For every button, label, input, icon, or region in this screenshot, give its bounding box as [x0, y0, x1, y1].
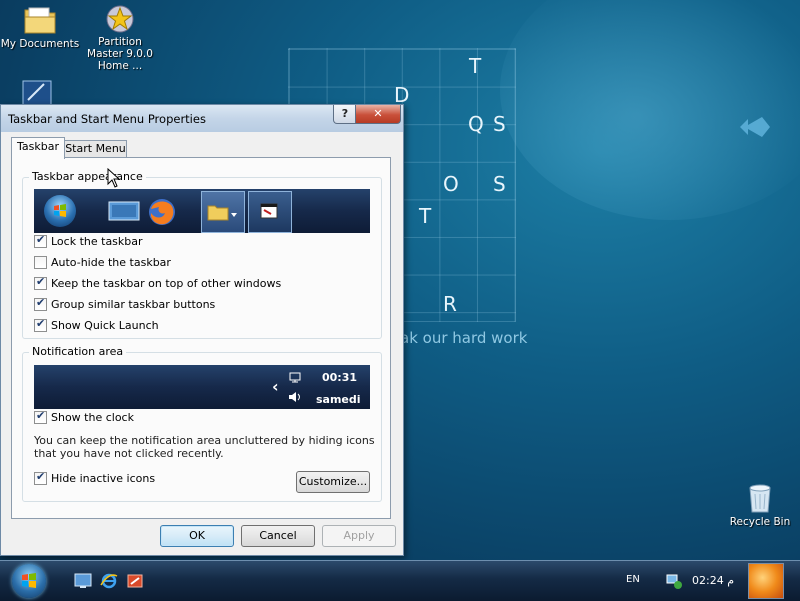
mouse-cursor-icon [107, 168, 121, 188]
volume-icon [289, 392, 300, 402]
internet-explorer-icon[interactable] [100, 572, 118, 590]
language-indicator[interactable]: EN [626, 574, 640, 585]
checkbox-box[interactable] [34, 296, 47, 311]
window-icon [260, 203, 278, 219]
hide-inactive-icons-checkbox[interactable]: Hide inactive icons [34, 470, 156, 485]
dialog-titlebar[interactable]: Taskbar and Start Menu Properties ? ✕ [1, 105, 403, 132]
checkbox-label: Show Quick Launch [51, 318, 159, 332]
show-desktop-icon[interactable] [74, 572, 92, 590]
wallpaper-letter: O [443, 172, 459, 196]
quick-launch-app-icon[interactable] [126, 572, 144, 590]
apply-button[interactable]: Apply [322, 525, 396, 547]
wallpaper-letter: T [469, 54, 482, 78]
wallpaper-letter: D [394, 83, 410, 107]
group-buttons-checkbox[interactable]: Group similar taskbar buttons [34, 296, 216, 311]
fish-icon [740, 117, 770, 137]
show-desktop-preview-icon [108, 201, 140, 221]
show-hidden-icons-arrow: ‹ [272, 377, 279, 396]
network-icon [289, 372, 301, 383]
checkbox-label: Group similar taskbar buttons [51, 297, 216, 311]
desktop-icon-my-documents[interactable]: My Documents [0, 4, 80, 50]
checkbox-label: Hide inactive icons [51, 471, 156, 485]
show-clock-checkbox[interactable]: Show the clock [34, 409, 134, 424]
show-quick-launch-checkbox[interactable]: Show Quick Launch [34, 317, 159, 332]
taskbar-appearance-preview [34, 189, 370, 233]
recycle-bin-icon [749, 484, 771, 513]
firefox-preview-icon [149, 199, 175, 225]
notification-area-preview: ‹ 00:31 samedi [34, 365, 370, 409]
preview-clock-day: samedi [316, 393, 361, 406]
network-status-icon[interactable] [665, 572, 683, 590]
taskbar: EN 02:24 م [0, 560, 800, 601]
taskbar-clock[interactable]: 02:24 م [692, 574, 734, 587]
taskbar-properties-dialog: Taskbar and Start Menu Properties ? ✕ Ta… [0, 104, 404, 556]
tab-taskbar[interactable]: Taskbar [11, 137, 65, 159]
checkbox-box[interactable] [34, 275, 47, 290]
keep-on-top-checkbox[interactable]: Keep the taskbar on top of other windows [34, 275, 282, 290]
folder-dropdown-icon [207, 205, 237, 221]
wallpaper-letter: S [493, 112, 506, 136]
wallpaper-letter: S [493, 172, 506, 196]
program-icon [22, 80, 52, 106]
checkbox-box[interactable] [34, 255, 47, 269]
checkbox-label: Auto-hide the taskbar [51, 255, 171, 269]
desktop-icon-label: Recycle Bin [729, 516, 791, 528]
help-button[interactable]: ? [333, 105, 357, 124]
windows-logo-icon [54, 204, 66, 217]
desktop-icon-recycle-bin[interactable]: Recycle Bin [720, 482, 800, 528]
start-button[interactable] [12, 564, 46, 598]
checkbox-box[interactable] [34, 409, 47, 424]
preview-clock-time: 00:31 [322, 371, 358, 384]
taskbar-appearance-label: Taskbar appearance [29, 170, 146, 183]
cancel-button[interactable]: Cancel [241, 525, 315, 547]
checkbox-label: Show the clock [51, 410, 134, 424]
wallpaper-letter: R [443, 292, 457, 316]
desktop-icon-label: Partition Master 9.0.0 Home ... [87, 36, 153, 72]
grouped-folder-preview-button [201, 191, 245, 233]
wallpaper-tagline: ak our hard work [400, 329, 528, 347]
auto-hide-checkbox[interactable]: Auto-hide the taskbar [34, 255, 171, 269]
star-disc-icon [106, 5, 134, 33]
ok-button[interactable]: OK [160, 525, 234, 547]
start-orb-preview-icon [44, 195, 76, 227]
wallpaper-swirl [500, 0, 800, 220]
checkbox-box[interactable] [34, 317, 47, 332]
dialog-title: Taskbar and Start Menu Properties [8, 112, 206, 126]
tab-start-menu[interactable]: Start Menu [64, 140, 127, 158]
checkbox-box[interactable] [34, 470, 47, 485]
customize-button[interactable]: Customize... [296, 471, 370, 493]
checkbox-box[interactable] [34, 233, 47, 248]
notification-area-label: Notification area [29, 345, 127, 358]
window-preview-button [248, 191, 292, 233]
notification-description: You can keep the notification area unclu… [34, 434, 375, 460]
wallpaper-letter: T [419, 204, 432, 228]
user-picture-thumbnail[interactable] [748, 563, 784, 599]
checkbox-label: Keep the taskbar on top of other windows [51, 276, 282, 290]
desktop-icon-label: My Documents [0, 38, 80, 50]
checkbox-label: Lock the taskbar [51, 234, 143, 248]
wallpaper-letter: Q [468, 112, 484, 136]
close-button[interactable]: ✕ [355, 105, 401, 124]
windows-logo-icon [22, 573, 36, 588]
folder-icon [24, 7, 56, 34]
lock-taskbar-checkbox[interactable]: Lock the taskbar [34, 233, 143, 248]
desktop-icon-partition-master[interactable]: Partition Master 9.0.0 Home ... [80, 4, 160, 72]
